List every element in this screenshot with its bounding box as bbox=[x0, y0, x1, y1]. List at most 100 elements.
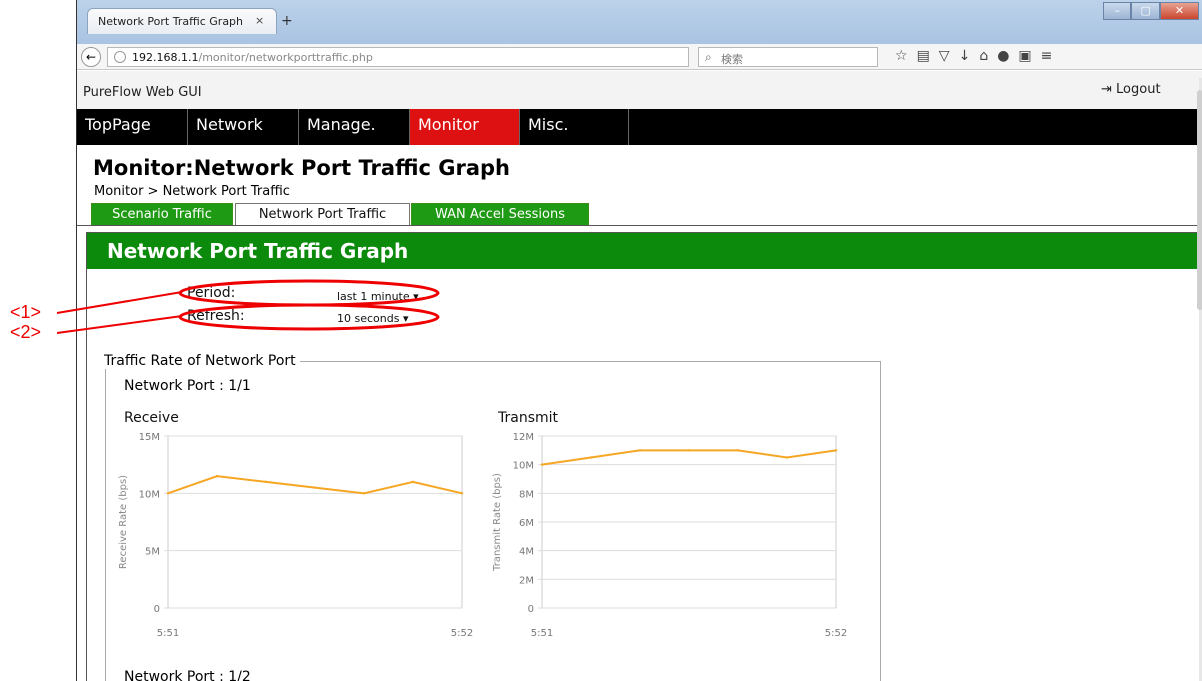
chat-icon[interactable]: ● bbox=[997, 48, 1018, 64]
menu-item-monitor[interactable]: Monitor bbox=[410, 109, 520, 145]
home-icon[interactable]: ⌂ bbox=[979, 48, 997, 64]
menu-item-misc[interactable]: Misc. bbox=[520, 109, 629, 145]
browser-tab-title: Network Port Traffic Graph bbox=[98, 15, 244, 28]
menu-item-label: Manage. bbox=[307, 115, 376, 134]
y-tick-label: 12M bbox=[513, 432, 534, 443]
new-tab-icon[interactable]: + bbox=[281, 13, 293, 29]
logout-icon: ⇥ bbox=[1101, 82, 1117, 97]
annotation-2: <2> bbox=[10, 322, 42, 342]
menu-item-label: Network bbox=[196, 115, 263, 134]
tab-close-icon[interactable]: × bbox=[255, 14, 264, 27]
period-select[interactable]: last 1 minute ▾ bbox=[337, 290, 419, 303]
logout-button[interactable]: ⇥ Logout bbox=[1101, 82, 1161, 97]
x-tick-label: 5:51 bbox=[157, 628, 179, 639]
receive-chart-svg: Receive 0 5M 10M 15M 5:51 5:52 Receive Rate (bp… bbox=[118, 410, 473, 639]
download-icon[interactable]: ↓ bbox=[959, 48, 980, 64]
data-point bbox=[264, 480, 268, 484]
browser-window: Network Port Traffic Graph × + – ▢ ✕ ← 1… bbox=[76, 0, 1202, 681]
plot-frame bbox=[167, 435, 463, 609]
transmit-chart-svg: Transmit 0 2M 4M 6M 8M 10M 12M 5:51 5:52 Transmit … bbox=[492, 410, 847, 639]
menu-item-label: Monitor bbox=[418, 115, 479, 134]
port-2-label: Network Port : 1/2 bbox=[124, 669, 251, 681]
data-point bbox=[166, 492, 170, 495]
data-point bbox=[834, 449, 838, 452]
url-path: /monitor/networkporttraffic.php bbox=[198, 51, 373, 64]
tab-label: Network Port Traffic bbox=[258, 207, 387, 222]
y-tick-label: 4M bbox=[519, 547, 534, 558]
x-tick-label: 5:52 bbox=[451, 628, 473, 639]
breadcrumb: Monitor > Network Port Traffic bbox=[94, 184, 290, 199]
y-tick-label: 8M bbox=[519, 489, 534, 500]
tab-underline bbox=[77, 225, 1202, 226]
back-arrow-icon[interactable]: ← bbox=[81, 47, 101, 67]
series-line bbox=[541, 449, 837, 466]
transmit-chart: Transmit 0 2M 4M 6M 8M 10M 12M 5:51 5:52 Transmit … bbox=[484, 406, 847, 639]
reading-list-icon[interactable]: ▤ bbox=[917, 48, 939, 64]
chevron-down-icon: ▾ bbox=[402, 312, 409, 325]
data-point bbox=[736, 449, 740, 452]
fieldset-legend: Traffic Rate of Network Port bbox=[104, 353, 300, 369]
tab-scenario-traffic[interactable]: Scenario Traffic bbox=[91, 203, 233, 225]
series-line bbox=[167, 475, 463, 495]
refresh-select[interactable]: 10 seconds ▾ bbox=[337, 312, 409, 325]
browser-titlebar: Network Port Traffic Graph × + – ▢ ✕ bbox=[77, 0, 1202, 44]
browser-tab[interactable]: Network Port Traffic Graph bbox=[87, 8, 277, 34]
refresh-value: 10 seconds bbox=[337, 312, 400, 325]
menu-item-label: TopPage bbox=[85, 115, 151, 134]
period-label: Period: bbox=[187, 285, 236, 301]
menu-item-manage[interactable]: Manage. bbox=[299, 109, 410, 145]
chart-title: Receive bbox=[124, 410, 179, 426]
tab-label: Scenario Traffic bbox=[112, 207, 212, 222]
y-tick-label: 10M bbox=[513, 461, 534, 472]
traffic-graph-panel: Network Port Traffic Graph Period: last … bbox=[86, 232, 1202, 681]
tab-wan-accel-sessions[interactable]: WAN Accel Sessions bbox=[411, 203, 589, 225]
site-info-icon[interactable] bbox=[114, 51, 126, 63]
app-title: PureFlow Web GUI bbox=[83, 85, 202, 100]
main-menu: TopPage Network Manage. Monitor Misc. bbox=[77, 109, 1202, 145]
url-host: 192.168.1.1 bbox=[132, 51, 199, 64]
y-tick-label: 0 bbox=[154, 604, 160, 615]
menu-icon[interactable]: ≡ bbox=[1041, 48, 1062, 64]
bookmark-star-icon[interactable]: ☆ bbox=[895, 48, 917, 64]
data-point bbox=[589, 456, 593, 459]
period-value: last 1 minute bbox=[337, 290, 410, 303]
refresh-label: Refresh: bbox=[187, 308, 245, 324]
y-axis-label: Receive Rate (bps) bbox=[118, 475, 129, 569]
chart-title: Transmit bbox=[497, 410, 559, 426]
window-close-button[interactable]: ✕ bbox=[1159, 2, 1199, 20]
search-input[interactable]: ⌕ 検索 bbox=[698, 47, 878, 67]
menu-item-label: Misc. bbox=[528, 115, 569, 134]
search-icon: ⌕ bbox=[705, 50, 712, 64]
traffic-rate-fieldset: Traffic Rate of Network Port Network Por… bbox=[104, 353, 881, 681]
chevron-down-icon: ▾ bbox=[413, 290, 419, 303]
menu-item-network[interactable]: Network bbox=[188, 109, 299, 145]
data-point bbox=[313, 486, 317, 489]
y-tick-label: 10M bbox=[139, 489, 160, 500]
y-axis-label: Transmit Rate (bps) bbox=[492, 473, 503, 572]
screenshot-icon[interactable]: ▣ bbox=[1018, 48, 1040, 64]
scrollbar-thumb[interactable] bbox=[1197, 90, 1202, 310]
data-point bbox=[785, 456, 789, 459]
port-1-label: Network Port : 1/1 bbox=[124, 378, 251, 394]
tab-label: WAN Accel Sessions bbox=[435, 207, 565, 222]
data-point bbox=[411, 480, 415, 484]
minimize-button[interactable]: – bbox=[1103, 2, 1132, 20]
data-point bbox=[215, 474, 219, 478]
menu-item-toppage[interactable]: TopPage bbox=[77, 109, 188, 145]
data-point bbox=[460, 492, 464, 495]
pocket-icon[interactable]: ▽ bbox=[939, 48, 959, 64]
window-controls: – ▢ ✕ bbox=[1103, 2, 1199, 20]
annotation-1: <1> bbox=[10, 302, 42, 322]
panel-title: Network Port Traffic Graph bbox=[87, 233, 1202, 269]
url-bar[interactable]: 192.168.1.1/monitor/networkporttraffic.p… bbox=[107, 47, 689, 67]
toolbar-icons: ☆▤▽↓⌂●▣≡ bbox=[895, 48, 1061, 64]
browser-navbar: ← 192.168.1.1/monitor/networkporttraffic… bbox=[77, 44, 1202, 70]
y-tick-label: 6M bbox=[519, 518, 534, 529]
receive-chart: Receive 0 5M 10M 15M 5:51 5:52 Receive Rate (bp… bbox=[110, 406, 473, 639]
app-header: PureFlow Web GUI ⇥ Logout bbox=[77, 71, 1202, 109]
page-title: Monitor:Network Port Traffic Graph bbox=[93, 156, 511, 180]
tab-network-port-traffic[interactable]: Network Port Traffic bbox=[235, 203, 410, 225]
data-point bbox=[540, 463, 544, 466]
y-tick-label: 5M bbox=[145, 547, 160, 558]
maximize-button[interactable]: ▢ bbox=[1131, 2, 1160, 20]
